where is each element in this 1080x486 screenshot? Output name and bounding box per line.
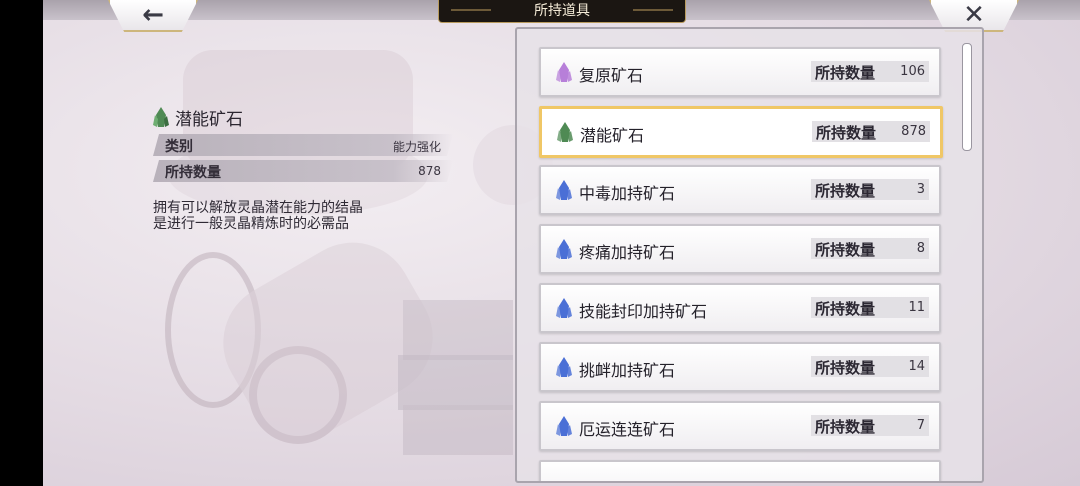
quantity-value: 8 (916, 241, 925, 256)
list-item[interactable]: 厄运连连矿石 所持数量 7 (539, 401, 941, 451)
detail-row-label: 类别 (165, 139, 193, 155)
close-icon: ✕ (963, 0, 985, 30)
quantity-label: 所持数量 (815, 182, 876, 200)
list-item-name: 复原矿石 (579, 66, 644, 85)
quantity-box: 所持数量 8 (811, 238, 929, 259)
blue-crystal-icon (556, 357, 572, 377)
blue-crystal-icon (556, 298, 572, 318)
item-list-panel[interactable]: 复原矿石 所持数量 106 潜能矿石 所持数量 878 中毒加持矿石 所持数量 3 疼痛加持矿石所… (515, 27, 984, 483)
quantity-label: 所持数量 (815, 64, 876, 82)
blue-crystal-icon (556, 416, 572, 436)
quantity-label: 所持数量 (815, 418, 876, 436)
detail-row-value: 878 (418, 164, 441, 178)
list-item-name: 厄运连连矿石 (579, 420, 676, 439)
page-title-text: 所持道具 (534, 3, 590, 19)
quantity-value: 106 (900, 64, 925, 79)
list-item[interactable]: 技能封印加持矿石 所持数量 11 (539, 283, 941, 333)
detail-row-value: 能力强化 (392, 140, 441, 154)
list-item-name: 疼痛加持矿石 (579, 243, 676, 262)
quantity-label: 所持数量 (815, 300, 876, 318)
list-item-name: 挑衅加持矿石 (579, 361, 676, 380)
green-crystal-icon (153, 107, 169, 127)
quantity-value: 7 (916, 418, 925, 433)
detail-row-category: 类别 能力强化 (153, 134, 453, 156)
list-item[interactable]: 中毒加持矿石 所持数量 3 (539, 165, 941, 215)
detail-item-name: 潜能矿石 (175, 109, 243, 130)
description-line: 是进行一般灵晶精炼时的必需品 (153, 216, 349, 232)
back-arrow-icon: ← (142, 0, 164, 30)
quantity-box: 所持数量 11 (811, 297, 929, 318)
list-scrollbar[interactable] (962, 43, 972, 151)
list-item[interactable]: 潜能矿石 所持数量 878 (539, 106, 943, 158)
green-crystal-icon (557, 122, 573, 142)
list-item-partial[interactable] (539, 460, 941, 481)
list-item[interactable]: 复原矿石 所持数量 106 (539, 47, 941, 97)
purple-crystal-icon (556, 62, 572, 82)
quantity-label: 所持数量 (815, 359, 876, 377)
list-item[interactable]: 挑衅加持矿石 所持数量 14 (539, 342, 941, 392)
quantity-value: 11 (908, 300, 925, 315)
item-detail-panel: 潜能矿石 类别 能力强化 所持数量 878 拥有可以解放灵晶潜在能力的结晶 是进… (153, 104, 453, 232)
list-item[interactable]: 疼痛加持矿石 所持数量 8 (539, 224, 941, 274)
quantity-box: 所持数量 14 (811, 356, 929, 377)
game-screen: ← 所持道具 ✕ 潜能矿石 类别 能力强化 所持数量 878 拥有可以解放灵晶潜… (43, 0, 1080, 486)
list-item-name: 技能封印加持矿石 (579, 302, 708, 321)
description-line: 拥有可以解放灵晶潜在能力的结晶 (153, 200, 363, 216)
blue-crystal-icon (556, 239, 572, 259)
list-item-name: 潜能矿石 (580, 126, 645, 145)
detail-description: 拥有可以解放灵晶潜在能力的结晶 是进行一般灵晶精炼时的必需品 (153, 200, 453, 232)
quantity-label: 所持数量 (815, 241, 876, 259)
quantity-box: 所持数量 7 (811, 415, 929, 436)
quantity-box: 所持数量 878 (812, 121, 930, 142)
detail-title: 潜能矿石 (153, 104, 453, 130)
quantity-value: 878 (901, 124, 926, 139)
quantity-box: 所持数量 3 (811, 179, 929, 200)
detail-row-quantity: 所持数量 878 (153, 160, 453, 182)
quantity-value: 14 (908, 359, 925, 374)
list-item-name: 中毒加持矿石 (579, 184, 676, 203)
quantity-box: 所持数量 106 (811, 61, 929, 82)
blue-crystal-icon (556, 180, 572, 200)
title-ornament-left (451, 9, 491, 11)
title-ornament-right (633, 9, 673, 11)
detail-row-label: 所持数量 (165, 165, 221, 181)
page-title: 所持道具 (438, 0, 686, 23)
quantity-label: 所持数量 (816, 124, 877, 142)
quantity-value: 3 (916, 182, 925, 197)
